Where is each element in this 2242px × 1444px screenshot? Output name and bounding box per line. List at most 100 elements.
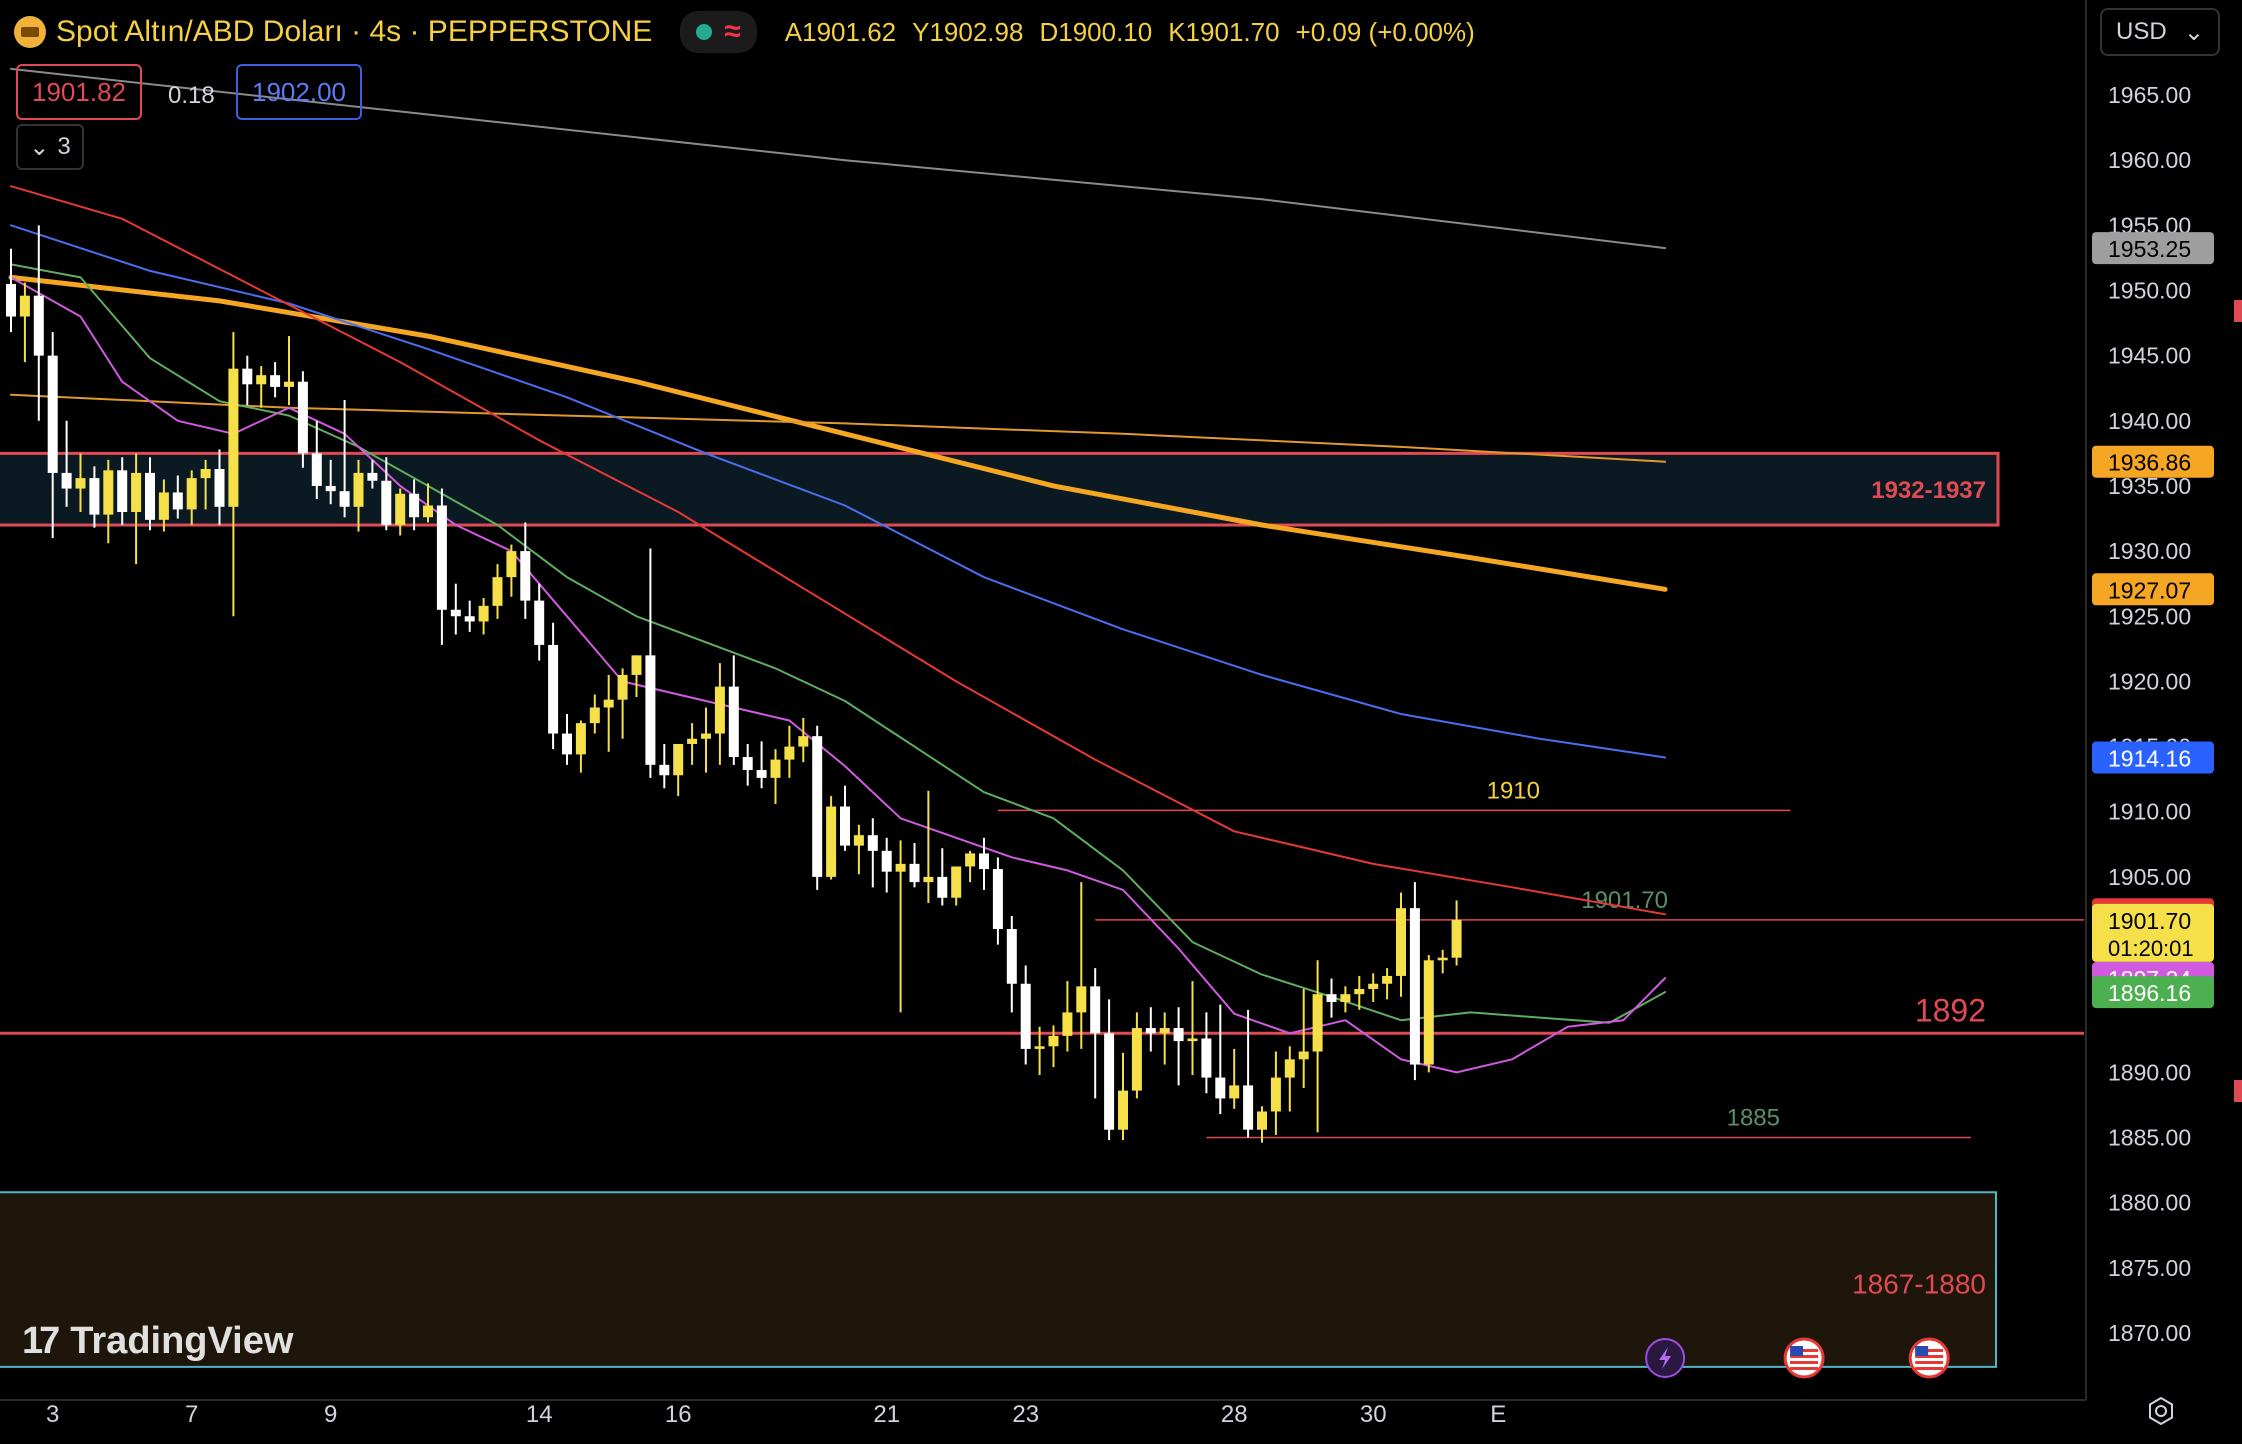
- ohlc-low: D1900.10: [1039, 16, 1153, 47]
- candle-body: [548, 644, 559, 734]
- candle-body: [158, 492, 169, 520]
- candle-body: [172, 492, 183, 510]
- candle-body: [1270, 1077, 1281, 1112]
- candle-body: [812, 736, 823, 877]
- candle-body: [284, 381, 294, 387]
- y-tick-1890.00: 1890.00: [2108, 1059, 2191, 1085]
- candle-body: [979, 853, 989, 870]
- ohlc-close: K1901.70: [1168, 16, 1280, 47]
- y-tick-1920.00: 1920.00: [2108, 668, 2191, 694]
- candle-body: [367, 472, 378, 481]
- candle-body: [436, 505, 447, 610]
- candle-body: [923, 876, 934, 883]
- price-chart[interactable]: 1932-1937 1867-1880 1910 1901.70 1892 1885 196…: [0, 0, 2242, 1444]
- tradingview-wordmark: TradingView: [70, 1320, 294, 1362]
- candle-body: [19, 295, 30, 317]
- candle-body: [1034, 1046, 1045, 1049]
- candle-body: [937, 876, 948, 898]
- x-tick-30: 30: [1360, 1401, 1387, 1428]
- level-label-1885: 1885: [1727, 1105, 1780, 1132]
- gold-symbol-icon: [14, 16, 46, 48]
- indicators-toggle-button[interactable]: ⌄ 3: [16, 124, 84, 170]
- ohlc-change: +0.09 (+0.00%): [1295, 16, 1475, 47]
- candle-body: [784, 746, 795, 760]
- candle-body: [1229, 1085, 1240, 1099]
- candle-body: [1354, 988, 1365, 995]
- candle-body: [311, 453, 322, 486]
- candle-body: [742, 757, 753, 771]
- price-label-text-1914.16: 1914.16: [2108, 746, 2191, 772]
- level-label-1910: 1910: [1487, 777, 1540, 804]
- candle-body: [1382, 975, 1393, 984]
- flag-stripe: [1790, 1367, 1819, 1370]
- market-status[interactable]: ≈: [680, 11, 757, 53]
- candle-body: [395, 493, 406, 526]
- y-tick-1960.00: 1960.00: [2108, 147, 2191, 173]
- candle-body: [1409, 908, 1420, 1065]
- candle-body: [492, 577, 503, 606]
- candle-body: [881, 850, 892, 872]
- candle-body: [1298, 1051, 1309, 1060]
- wave-icon: ≈: [724, 15, 741, 48]
- candle-body: [478, 605, 489, 622]
- y-tick-1925.00: 1925.00: [2108, 603, 2191, 629]
- candle-body: [381, 480, 392, 526]
- candle-body: [673, 743, 684, 776]
- candle-body: [1368, 983, 1379, 989]
- candle-body: [992, 869, 1003, 930]
- candle-body: [909, 863, 920, 883]
- candle-body: [770, 759, 781, 778]
- candle-body: [603, 699, 614, 708]
- candle-body: [1118, 1090, 1128, 1130]
- candle-body: [103, 470, 114, 515]
- y-tick-1965.00: 1965.00: [2108, 82, 2191, 108]
- candle-body: [325, 485, 336, 492]
- flag-canton: [1790, 1346, 1804, 1356]
- y-tick-1885.00: 1885.00: [2108, 1125, 2191, 1151]
- candle-body: [659, 764, 670, 776]
- candle-body: [714, 686, 725, 734]
- y-tick-1875.00: 1875.00: [2108, 1255, 2191, 1281]
- candle-body: [1215, 1077, 1226, 1099]
- candle-body: [339, 491, 350, 507]
- currency-label: USD: [2116, 18, 2167, 45]
- candle-body: [297, 381, 308, 454]
- sell-price-button[interactable]: 1901.82: [16, 64, 142, 120]
- settings-gear-icon[interactable]: [2146, 1396, 2176, 1426]
- candle-body: [631, 655, 642, 675]
- candle-body: [1187, 1038, 1198, 1042]
- edge-marker-top: [2234, 300, 2242, 322]
- y-tick-1950.00: 1950.00: [2108, 277, 2191, 303]
- candle-body: [409, 493, 420, 518]
- candle-body: [1451, 919, 1462, 958]
- price-label-text-1927.07: 1927.07: [2108, 577, 2191, 603]
- buy-price-button[interactable]: 1902.00: [236, 64, 362, 120]
- candle-body: [617, 674, 628, 700]
- candle-body: [33, 295, 44, 356]
- candle-body: [1048, 1035, 1059, 1047]
- candle-body: [965, 853, 976, 867]
- candle-body: [840, 806, 850, 846]
- candle-body: [645, 655, 656, 765]
- candle-body: [270, 375, 281, 387]
- x-tick-16: 16: [665, 1401, 692, 1428]
- x-tick-23: 23: [1012, 1401, 1039, 1428]
- candle-body: [145, 472, 155, 520]
- currency-select[interactable]: USD ⌄: [2100, 8, 2220, 56]
- candle-body: [506, 551, 517, 578]
- candle-body: [520, 551, 531, 601]
- candle-body: [1090, 986, 1101, 1034]
- y-tick-1930.00: 1930.00: [2108, 538, 2191, 564]
- x-tick-21: 21: [873, 1401, 900, 1428]
- candle-body: [687, 738, 698, 744]
- y-tick-1870.00: 1870.00: [2108, 1320, 2191, 1346]
- x-tick-3: 3: [46, 1401, 59, 1428]
- flag-stripe: [1915, 1367, 1944, 1370]
- candle-body: [61, 472, 72, 489]
- symbol-title[interactable]: Spot Altın/ABD Doları · 4s · PEPPERSTONE: [56, 15, 652, 49]
- y-tick-1945.00: 1945.00: [2108, 343, 2191, 369]
- candle-body: [728, 686, 739, 758]
- candle-body: [256, 375, 267, 385]
- candle-body: [951, 866, 962, 898]
- tradingview-logo[interactable]: 17 TradingView: [22, 1320, 293, 1363]
